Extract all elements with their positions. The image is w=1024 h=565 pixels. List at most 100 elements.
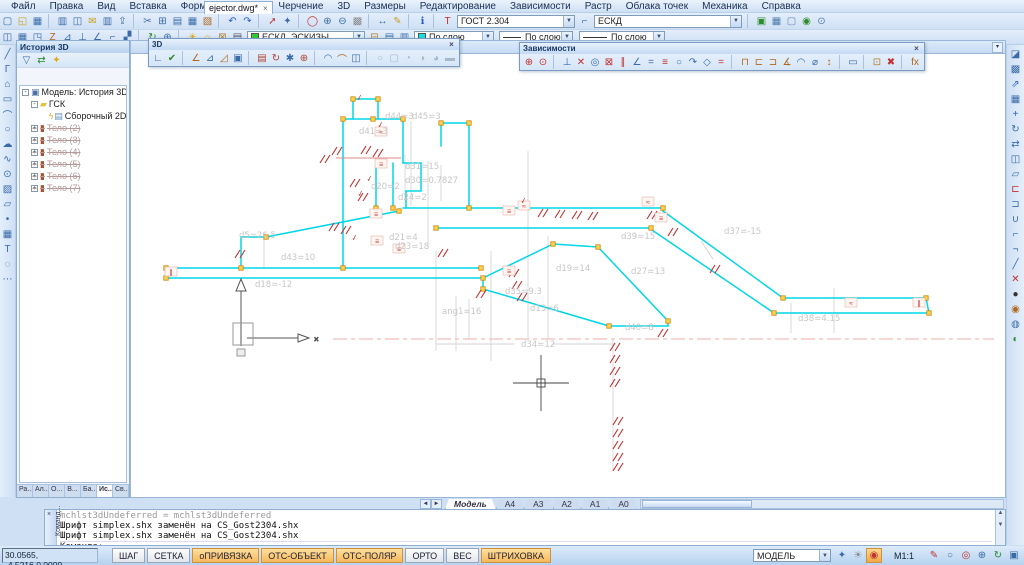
panel-tab[interactable]: В... (65, 485, 81, 497)
menu-item-15[interactable]: Справка (755, 0, 808, 13)
polygon-icon[interactable]: ⌂ (0, 77, 15, 92)
status-toggle-ШАГ[interactable]: ШАГ (112, 548, 145, 563)
text-style-icon[interactable]: T (440, 14, 455, 28)
equal-constraint-icon[interactable]: = (714, 55, 728, 69)
table-icon[interactable]: ▦ (0, 227, 15, 242)
orbit-icon[interactable]: ▢ (387, 51, 401, 65)
report-icon[interactable]: ▦ (769, 14, 784, 28)
copy-object-icon[interactable]: ▩ (1008, 62, 1023, 77)
tab-scroll-button[interactable]: ▾ (992, 42, 1003, 53)
horizontal-dim-constraint-icon[interactable]: ⊏ (752, 55, 766, 69)
coincident-constraint-icon[interactable]: ⊥ (560, 55, 574, 69)
layout-tab-А2[interactable]: А2 (553, 499, 581, 510)
tree-item[interactable]: ϟ▤Сборочный 2D Эскиз (3) (20, 110, 126, 122)
move-icon[interactable]: + (1008, 107, 1023, 122)
panel-tab[interactable]: Ба... (81, 485, 97, 497)
point-icon[interactable]: • (0, 212, 15, 227)
break-icon[interactable]: ∪ (1008, 212, 1023, 227)
tree-item[interactable]: -▣Модель: История 3D построений (20, 86, 126, 98)
copy-icon[interactable]: ⊞ (155, 14, 170, 28)
command-window[interactable]: × Команд... mchlst3dUndeferred = mchlst3… (44, 509, 1006, 546)
circle-icon[interactable]: ○ (0, 122, 15, 137)
section-icon[interactable]: ◫ (349, 51, 363, 65)
plot-icon[interactable]: ▥ (55, 14, 70, 28)
drawing-canvas[interactable]: ▾ ∥≡≡≡≡≡≈≡≈∥≡≈≈✓✓✓✓✓✓×d44=3d45=3d41=3d31… (130, 40, 1006, 498)
doc-compare-icon[interactable]: ▣ (754, 14, 769, 28)
spline-icon[interactable]: ∿ (0, 152, 15, 167)
vertical-constraint-icon[interactable]: ≡ (658, 55, 672, 69)
text-style-combo[interactable]: ГОСТ 2.304 ▼ (457, 15, 575, 28)
offset-icon[interactable]: ▱ (1008, 167, 1023, 182)
menu-item-9[interactable]: Размеры (357, 0, 413, 13)
viewports-icon[interactable]: ◫ (0, 30, 15, 44)
collinear-constraint-icon[interactable]: ✕ (574, 55, 588, 69)
command-prompt[interactable]: Команда: (60, 541, 992, 545)
measure-icon[interactable]: ◐ (1008, 332, 1023, 347)
tree-expander-icon[interactable]: - (22, 89, 29, 96)
explode-icon[interactable]: ✕ (1008, 272, 1023, 287)
status-toggle-ВЕС[interactable]: ВЕС (446, 548, 479, 563)
angular-dim-constraint-icon[interactable]: ◠ (794, 55, 808, 69)
status-toggle-ОТС-ОБЪЕКТ[interactable]: ОТС-ОБЪЕКТ (261, 548, 333, 563)
layout-tab-А1[interactable]: А1 (581, 499, 609, 510)
loft-icon[interactable]: ✱ (283, 51, 297, 65)
boolean-subtract-icon[interactable]: ⌒ (335, 51, 349, 65)
regen-all-icon[interactable]: ↻ (990, 548, 1006, 563)
sketch-dim-icon[interactable]: ▣ (231, 51, 245, 65)
chevron-down-icon[interactable]: ▼ (563, 16, 574, 27)
text-icon[interactable]: T (0, 242, 15, 257)
panel-tab[interactable]: Ра... (17, 485, 33, 497)
match-props-icon[interactable]: ◉ (1008, 302, 1023, 317)
gradient-icon[interactable]: ▱ (0, 197, 15, 212)
menu-item-2[interactable]: Правка (43, 0, 91, 13)
menu-item-13[interactable]: Облака точек (619, 0, 695, 13)
zoom-extents-icon[interactable]: ⊕ (974, 548, 990, 563)
panel-tab[interactable]: Ис... (97, 485, 113, 497)
boolean-union-icon[interactable]: ◠ (321, 51, 335, 65)
tab-nav-left-icon[interactable]: ◄ (420, 499, 431, 509)
tree-expander-icon[interactable]: + (31, 149, 38, 156)
panel-tab[interactable]: Ал... (33, 485, 49, 497)
status-toggle-ШТРИХОВКА[interactable]: ШТРИХОВКА (481, 548, 551, 563)
annotation-visibility-icon[interactable]: ☀ (850, 548, 866, 563)
scale-icon[interactable]: ⇄ (1008, 137, 1023, 152)
export-icon[interactable]: ⇪ (115, 14, 130, 28)
paste-icon[interactable]: ▤ (170, 14, 185, 28)
tree-item[interactable]: +▮Тело (7) (20, 182, 126, 194)
hatch-icon[interactable]: ▨ (0, 182, 15, 197)
zoom-window-icon[interactable]: ◎ (958, 548, 974, 563)
status-toggle-ОРТО[interactable]: ОРТО (405, 548, 444, 563)
tree-expander-icon[interactable]: + (31, 137, 38, 144)
menu-item-14[interactable]: Механика (695, 0, 755, 13)
polyline-icon[interactable]: Г (0, 62, 15, 77)
command-scrollbar[interactable]: ▲▼ (995, 510, 1005, 545)
menu-item-12[interactable]: Растр (578, 0, 619, 13)
toolbar-titlebar[interactable]: 3D × (149, 39, 459, 50)
scrollbar-thumb[interactable] (642, 500, 752, 508)
radius-dim-constraint-icon[interactable]: ↕ (822, 55, 836, 69)
zoom-3d-icon[interactable]: ○ (373, 51, 387, 65)
redo-icon[interactable]: ↷ (240, 14, 255, 28)
zoom-extents-icon[interactable]: ⊖ (335, 14, 350, 28)
fillet-icon[interactable]: ¬ (1008, 242, 1023, 257)
distance-icon[interactable]: ↔ (375, 14, 390, 28)
auto-constrain-icon[interactable]: ⊕ (522, 55, 536, 69)
command-window-titlebar[interactable]: × Команд... (45, 510, 57, 545)
chevron-down-icon[interactable]: ▼ (819, 550, 830, 561)
layout-tab-А0[interactable]: А0 (609, 499, 637, 510)
clip-icon[interactable]: ⊙ (814, 14, 829, 28)
tree-item[interactable]: +▮Тело (2) (20, 122, 126, 134)
status-toggle-СЕТКА[interactable]: СЕТКА (147, 548, 190, 563)
status-toggle-оПРИВЯЗКА[interactable]: оПРИВЯЗКА (192, 548, 259, 563)
sweep-icon[interactable]: ⊕ (297, 51, 311, 65)
zoom-realtime-icon[interactable]: ○ (942, 548, 958, 563)
selection-icon[interactable]: ✦ (280, 14, 295, 28)
dim-style-icon[interactable]: ⌐ (577, 14, 592, 28)
region-icon[interactable]: ◌ (0, 257, 15, 272)
panel-tab[interactable]: О... (49, 485, 65, 497)
revision-cloud-icon[interactable]: ☁ (0, 137, 15, 152)
rotate-icon[interactable]: ↻ (1008, 122, 1023, 137)
smooth-constraint-icon[interactable]: ↷ (686, 55, 700, 69)
save-icon[interactable]: ▦ (30, 14, 45, 28)
menu-item-1[interactable]: Файл (4, 0, 43, 13)
